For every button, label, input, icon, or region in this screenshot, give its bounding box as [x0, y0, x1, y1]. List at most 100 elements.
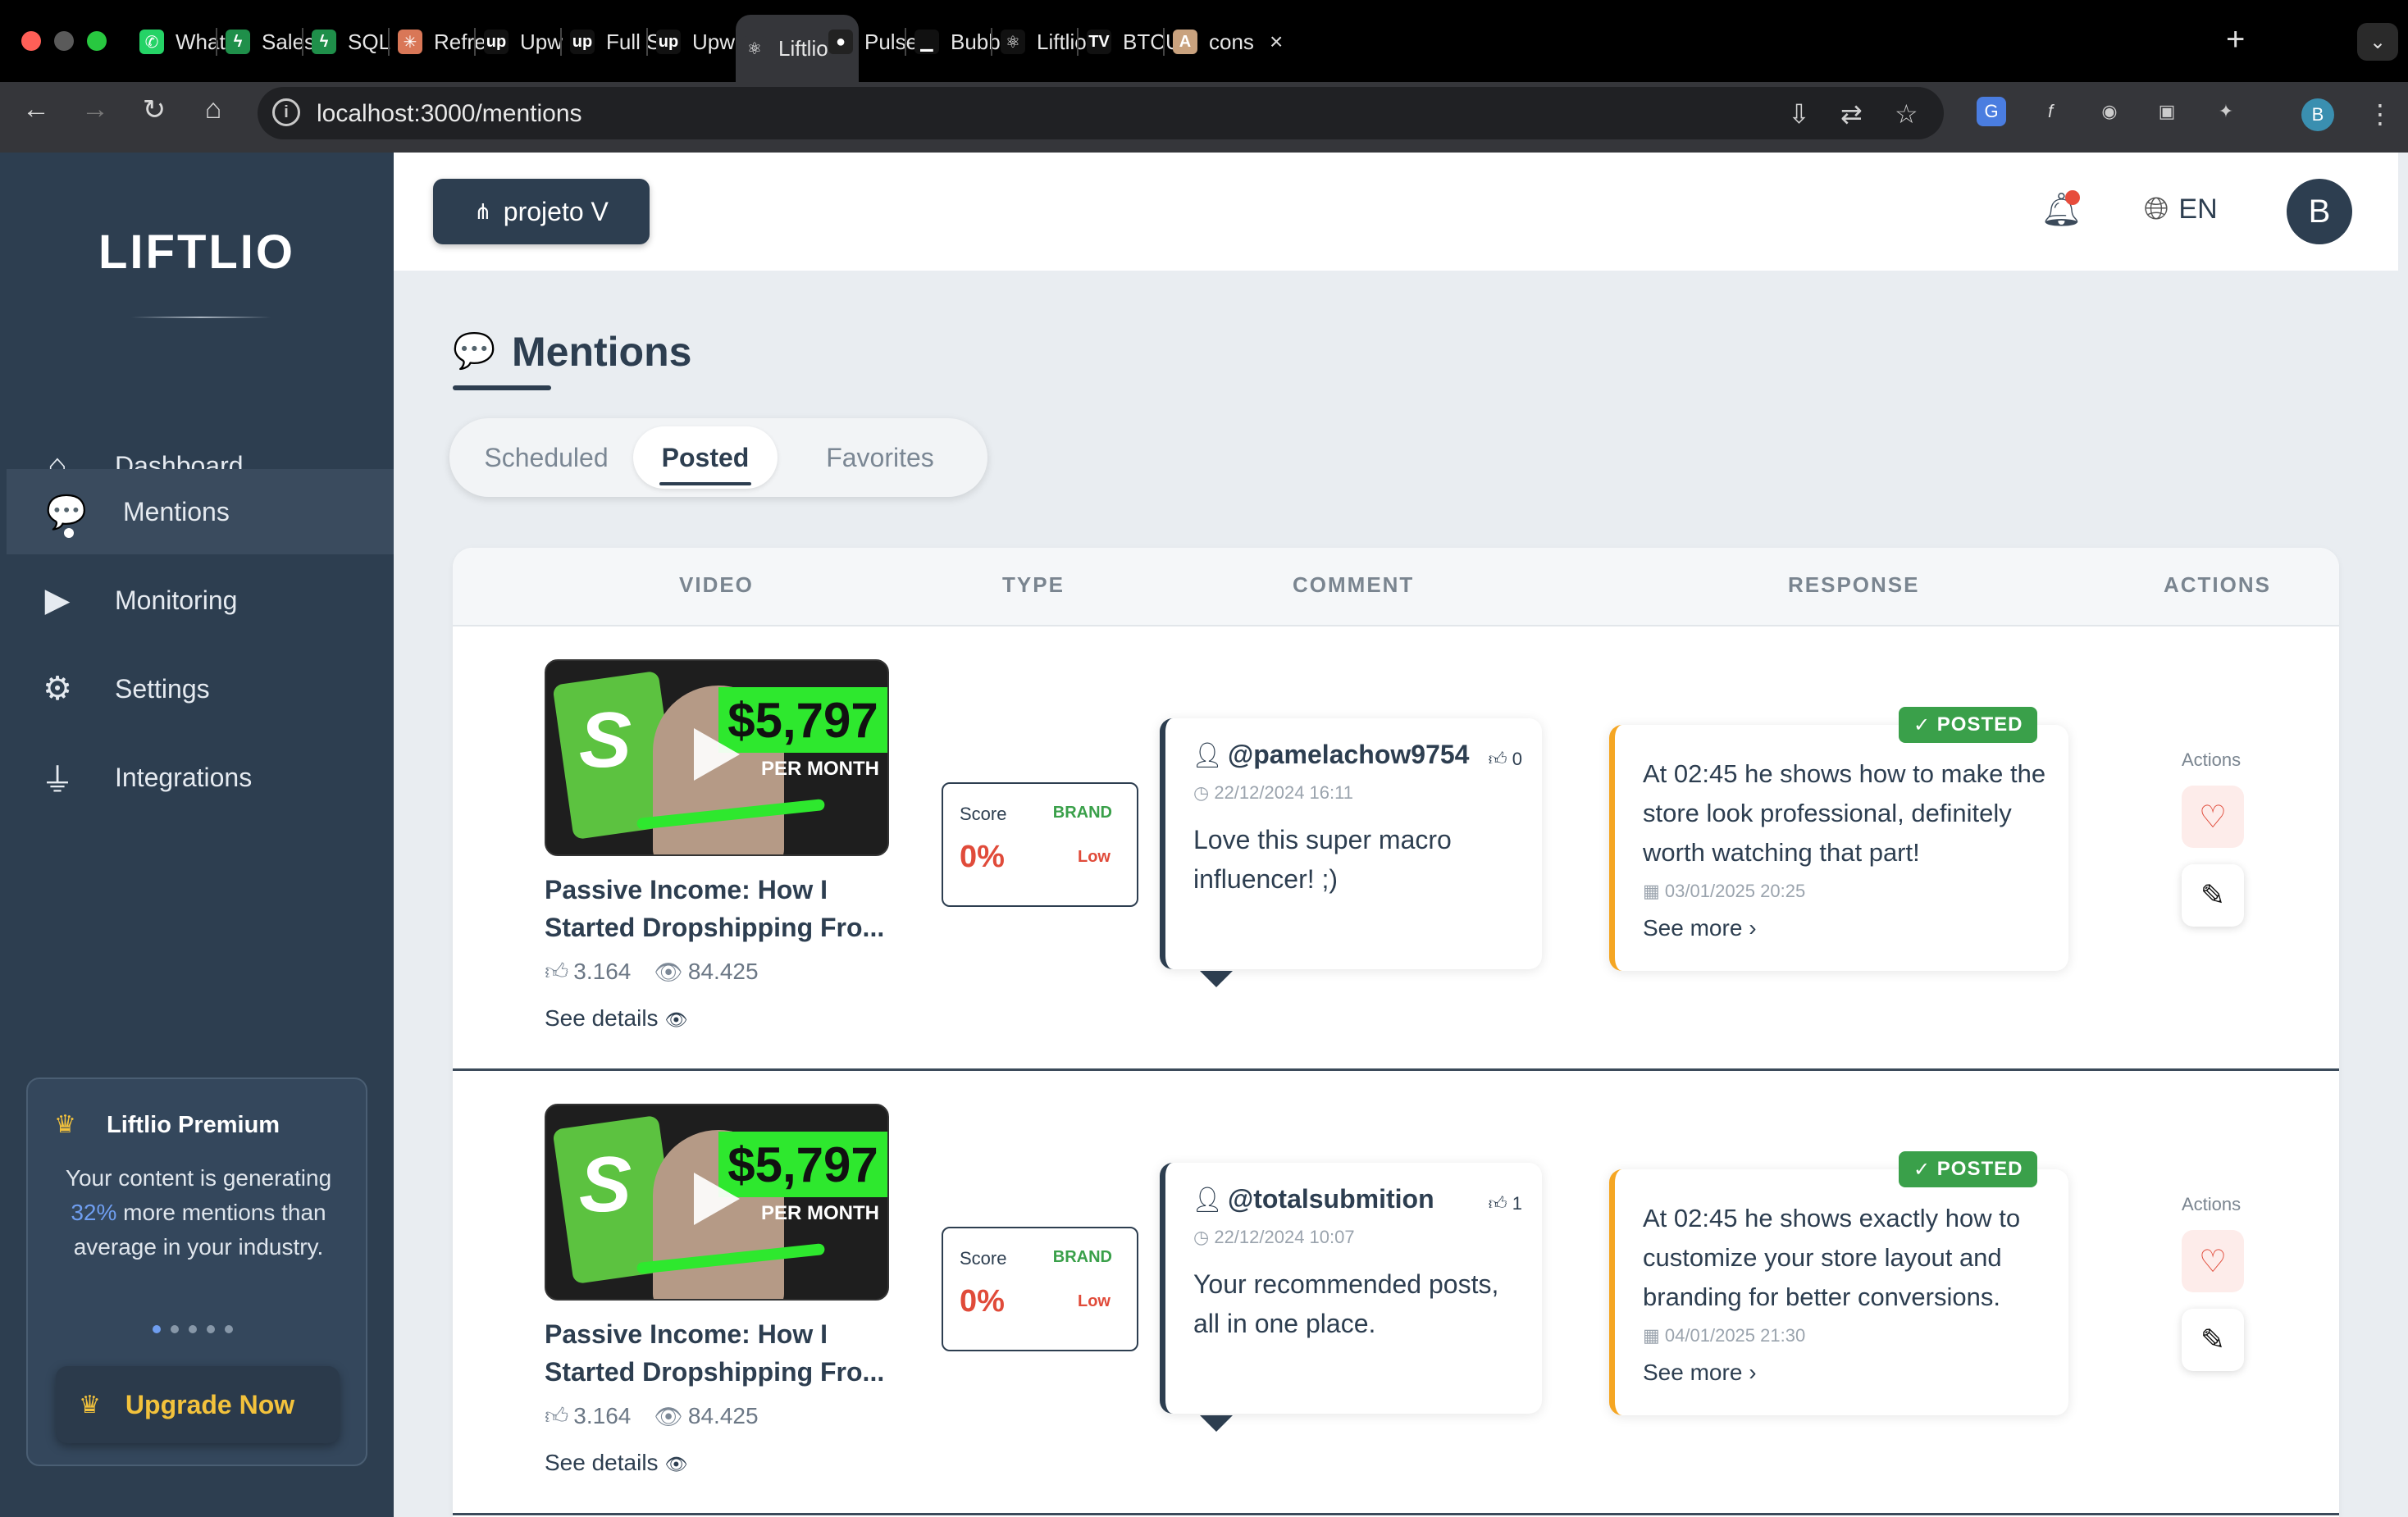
tab-favorites[interactable]: Favorites	[792, 426, 968, 489]
heart-icon: ♡	[2198, 1244, 2228, 1279]
project-selector-button[interactable]: ⋔ projeto V	[433, 179, 650, 244]
video-stats: 👍︎ 3.164 👁︎ 84.425	[545, 958, 759, 986]
mentions-table: VIDEO TYPE COMMENT RESPONSE ACTIONS S $5…	[453, 548, 2339, 1517]
bookmark-star-icon[interactable]: ☆	[1895, 98, 1918, 130]
home-button[interactable]: ⌂	[197, 93, 230, 125]
response-date: ▦ 04/01/2025 21:30	[1643, 1325, 1805, 1346]
forward-button[interactable]: →	[79, 93, 112, 125]
formula-extension-icon[interactable]: f	[2036, 97, 2065, 126]
see-details-link[interactable]: See details 👁︎	[545, 1005, 687, 1032]
maximize-window-button[interactable]	[87, 31, 107, 51]
video-views: 84.425	[687, 959, 759, 984]
see-more-link[interactable]: See more ›	[1643, 915, 1757, 941]
github-icon: ●	[828, 30, 853, 54]
carousel-dot[interactable]	[153, 1325, 161, 1333]
see-more-link[interactable]: See more ›	[1643, 1360, 1757, 1386]
check-icon: ✓	[1913, 1158, 1931, 1181]
browser-tab[interactable]: Acons ×	[1166, 15, 1289, 69]
sidebar-item-integrations[interactable]: ⏚ Integrations	[7, 735, 394, 820]
see-details-link[interactable]: See details 👁︎	[545, 1450, 687, 1476]
premium-card: ♛ Liftlio Premium Your content is genera…	[26, 1077, 367, 1466]
comment-author[interactable]: @pamelachow9754	[1228, 740, 1469, 770]
favorite-button[interactable]: ♡	[2182, 1230, 2244, 1292]
check-icon: ✓	[1913, 713, 1931, 736]
tab-search-button[interactable]: ⌄	[2357, 23, 2398, 61]
carousel-dot[interactable]	[189, 1325, 197, 1333]
tab-separator	[1163, 28, 1165, 56]
app-logo[interactable]: LIFTLIO	[0, 225, 394, 280]
camera-extension-icon[interactable]: ◉	[2095, 97, 2124, 126]
sidebar-item-monitoring[interactable]: ▶ Monitoring	[7, 558, 394, 643]
play-icon[interactable]	[694, 728, 740, 781]
comment-author[interactable]: @totalsubmition	[1228, 1184, 1434, 1214]
install-app-icon[interactable]: ⇩	[1788, 98, 1810, 130]
edit-button[interactable]: ✎	[2182, 1309, 2244, 1371]
react-icon: ⚛	[1001, 30, 1025, 54]
sidebar-item-settings[interactable]: ⚙ Settings	[7, 646, 394, 731]
sidebar-item-mentions[interactable]: 💬 Mentions	[7, 469, 394, 554]
pencil-icon: ✎	[2200, 1323, 2226, 1356]
edit-button[interactable]: ✎	[2182, 864, 2244, 927]
upgrade-now-button[interactable]: ♛ Upgrade Now	[56, 1366, 340, 1443]
favorite-button[interactable]: ♡	[2182, 786, 2244, 848]
translate-icon[interactable]: ⇄	[1840, 98, 1863, 130]
video-thumbnail[interactable]: S $5,797 PER MONTH	[545, 659, 889, 856]
close-window-button[interactable]	[21, 31, 41, 51]
wallet-extension-icon[interactable]: ▣	[2152, 97, 2182, 126]
close-tab-icon[interactable]: ×	[1270, 29, 1283, 55]
browser-profile-avatar[interactable]: B	[2301, 98, 2334, 131]
type-kind: BRAND	[1052, 804, 1112, 822]
comment-likes-count: 1	[1512, 1193, 1522, 1214]
minimize-window-button[interactable]	[54, 31, 74, 51]
google-translate-extension-icon[interactable]: G	[1977, 97, 2006, 126]
reload-button[interactable]: ↻	[138, 93, 171, 126]
column-header-actions: ACTIONS	[2164, 572, 2271, 597]
active-indicator-dot	[64, 528, 74, 538]
browser-menu-icon[interactable]: ⋮	[2367, 98, 2393, 130]
column-header-response: RESPONSE	[1788, 572, 1920, 597]
thumbnail-subtitle: PER MONTH	[761, 1202, 879, 1224]
carousel-dots[interactable]	[153, 1325, 233, 1333]
notification-badge	[2065, 190, 2080, 205]
plug-icon: ⏚	[41, 763, 74, 799]
comment-card: 👤︎ @totalsubmition 👍︎ 1 ◷ 22/12/2024 10:…	[1160, 1163, 1542, 1432]
video-title[interactable]: Passive Income: How I Started Dropshippi…	[545, 871, 905, 946]
chevron-right-icon: ›	[1749, 1360, 1757, 1385]
comment-date-value: 22/12/2024 16:11	[1214, 782, 1353, 803]
heart-icon: ♡	[2198, 800, 2228, 835]
language-selector[interactable]: 🌐︎ EN	[2144, 192, 2218, 227]
type-score-card: Score BRAND 0% Low	[942, 1227, 1138, 1351]
user-avatar[interactable]: B	[2287, 179, 2352, 244]
carousel-dot[interactable]	[225, 1325, 233, 1333]
type-score-card: Score BRAND 0% Low	[942, 782, 1138, 907]
response-card: ✓ POSTED At 02:45 he shows how to make t…	[1609, 707, 2068, 971]
shopify-logo-letter: S	[579, 1141, 632, 1228]
response-text: At 02:45 he shows exactly how to customi…	[1643, 1204, 2021, 1311]
score-level: Low	[1078, 1292, 1111, 1310]
new-tab-button[interactable]: +	[2226, 21, 2245, 58]
carousel-dot[interactable]	[171, 1325, 179, 1333]
tab-scheduled[interactable]: Scheduled	[467, 426, 625, 489]
sidebar: LIFTLIO ⌂ Dashboard 💬 Mentions ▶ Monitor…	[0, 153, 394, 1517]
back-button[interactable]: ←	[20, 93, 52, 125]
carousel-dot[interactable]	[207, 1325, 215, 1333]
address-bar[interactable]: i localhost:3000/mentions	[258, 87, 1944, 139]
upgrade-button-label: Upgrade Now	[125, 1389, 295, 1419]
site-info-icon[interactable]: i	[272, 98, 300, 126]
comment-likes-count: 0	[1512, 749, 1522, 769]
video-likes: 3.164	[573, 1403, 632, 1428]
tab-separator	[216, 28, 217, 56]
video-thumbnail[interactable]: S $5,797 PER MONTH	[545, 1104, 889, 1301]
comment-date: ◷ 22/12/2024 10:07	[1193, 1227, 1355, 1248]
chevron-right-icon: ›	[1749, 915, 1757, 941]
comment-date-value: 22/12/2024 10:07	[1214, 1227, 1355, 1247]
tab-posted[interactable]: Posted	[633, 426, 778, 489]
upwork-icon: up	[570, 30, 595, 54]
extensions-puzzle-icon[interactable]: ✦	[2211, 97, 2241, 126]
project-tree-icon: ⋔	[474, 198, 492, 224]
play-icon[interactable]	[694, 1173, 740, 1225]
video-stats: 👍︎ 3.164 👁︎ 84.425	[545, 1402, 759, 1430]
video-title[interactable]: Passive Income: How I Started Dropshippi…	[545, 1315, 905, 1391]
status-badge: ✓ POSTED	[1899, 707, 2038, 743]
response-date: ▦ 03/01/2025 20:25	[1643, 881, 1805, 902]
